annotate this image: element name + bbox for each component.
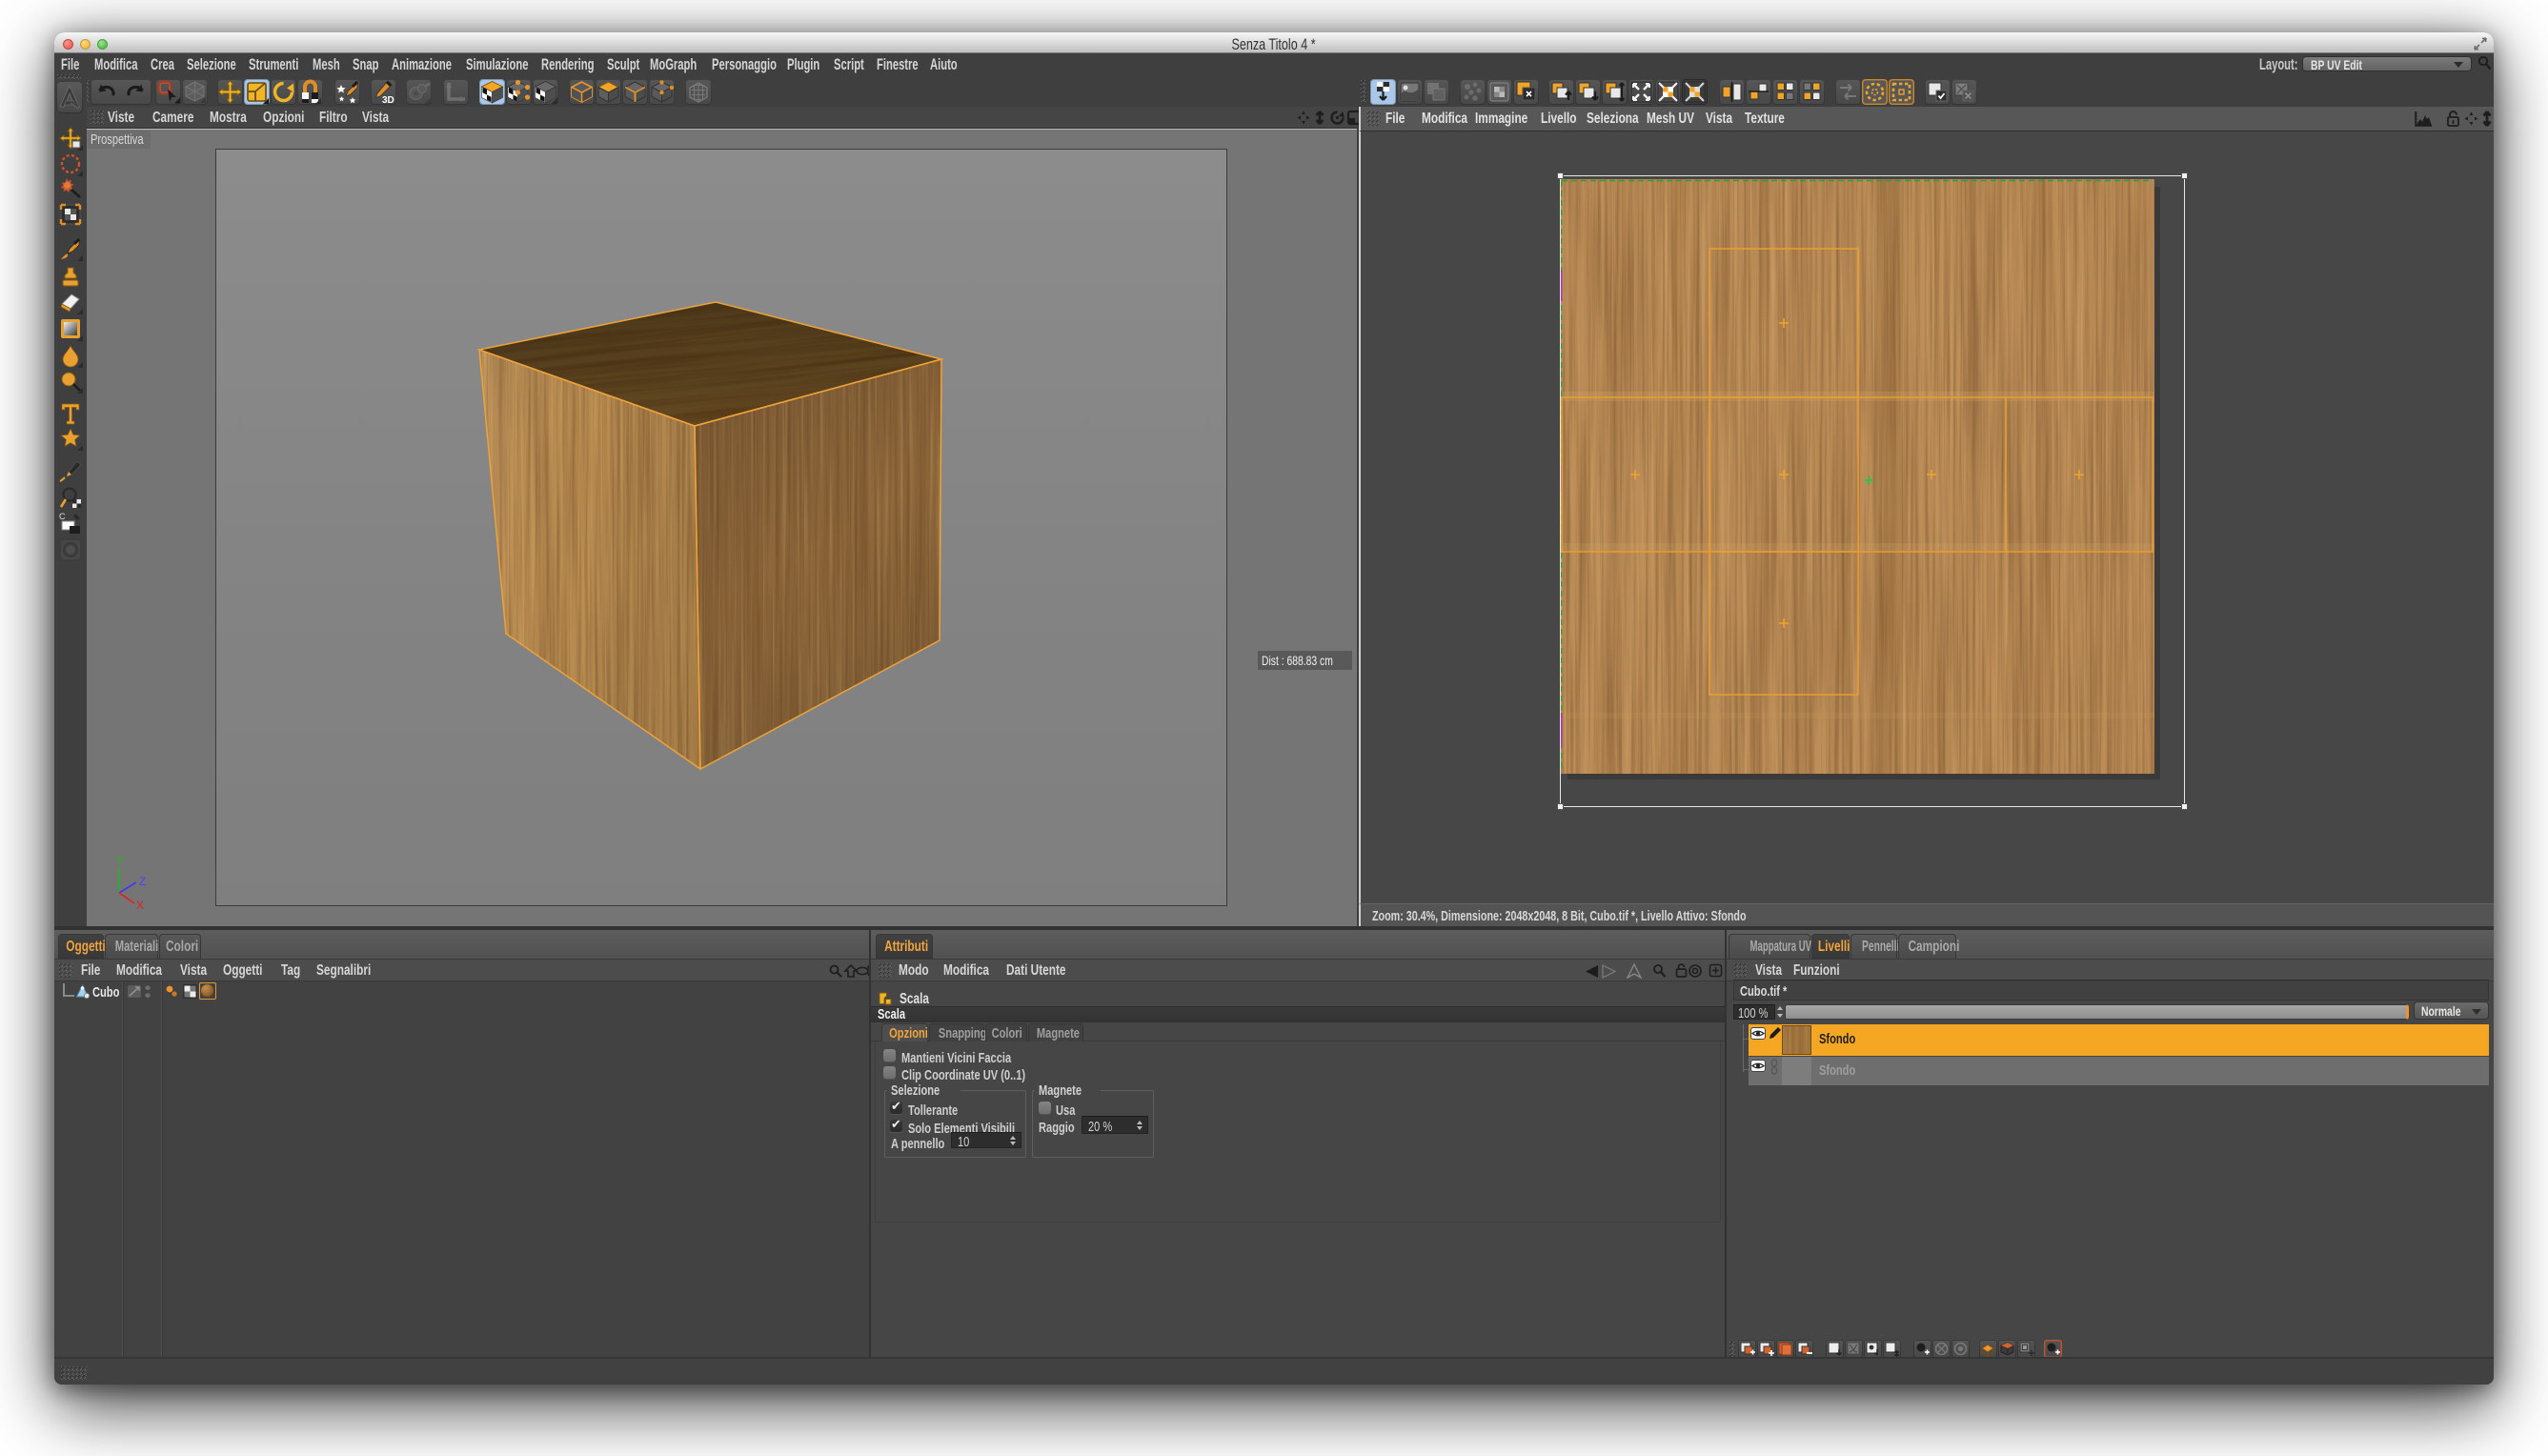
svg-text:3D: 3D	[382, 95, 394, 105]
svg-text:Z: Z	[139, 875, 146, 888]
svg-text:X: X	[136, 899, 144, 912]
svg-text:Y: Y	[116, 854, 124, 867]
svg-text:C: C	[59, 512, 66, 521]
